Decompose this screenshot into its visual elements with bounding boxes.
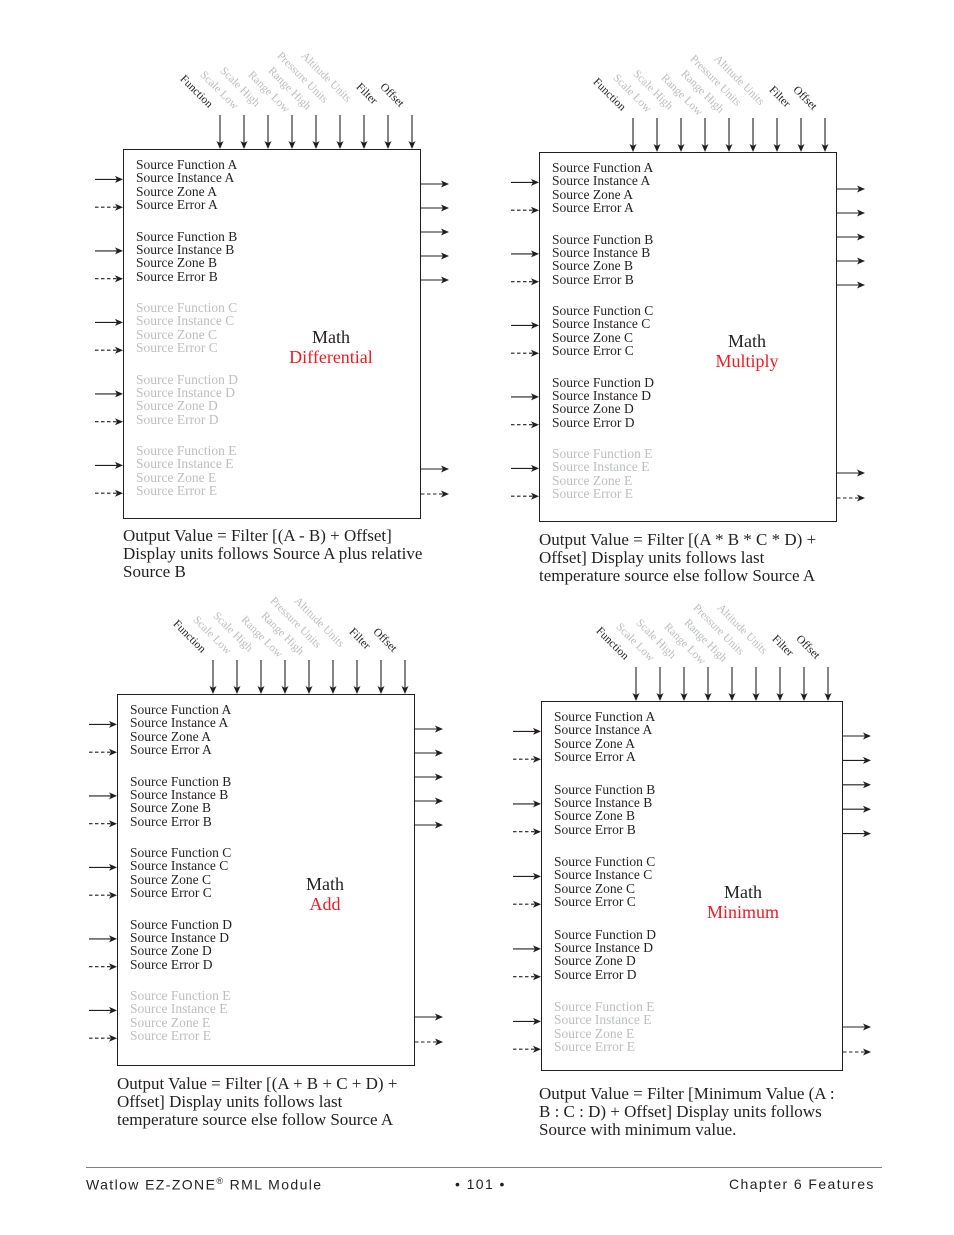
input-arrow [513,872,541,880]
footer-product-name: Watlow EZ-ZONE [86,1176,217,1193]
source-instance-label: Source Instance B [554,794,653,810]
source-value-output-arrow [843,805,871,813]
error-input-arrow [513,755,541,763]
param-arrow [704,667,712,701]
param-arrow [656,667,664,701]
error-input-arrow [513,900,541,908]
input-arrow [513,727,541,735]
function-name: Minimum [706,902,779,922]
source-function-label: Source Function D [554,926,656,942]
source-zone-label: Source Zone D [554,953,636,969]
source-instance-label: Source Instance D [554,939,653,955]
source-instance-label: Source Instance E [554,1012,652,1028]
footer-divider [86,1167,882,1168]
input-arrow [513,945,541,953]
error-input-arrow [513,828,541,836]
footer-page-number: • 101 • [455,1176,506,1192]
source-zone-label: Source Zone C [554,880,635,896]
param-arrow [680,667,688,701]
source-error-label: Source Error E [554,1039,635,1055]
source-error-label: Source Error A [554,749,636,765]
source-zone-label: Source Zone E [554,1025,635,1041]
source-error-label: Source Error B [554,821,636,837]
source-instance-label: Source Instance A [554,722,653,738]
param-arrow [632,667,640,701]
source-zone-label: Source Zone A [554,735,635,751]
source-function-label: Source Function B [554,781,656,797]
source-function-label: Source Function A [554,709,656,724]
param-arrow [752,667,760,701]
param-arrow [728,667,736,701]
source-function-label: Source Function E [554,999,655,1014]
formula-description: Output Value = Filter [Minimum Value (A … [539,1084,835,1139]
math-title: Math [724,882,762,902]
param-arrow [776,667,784,701]
source-function-label: Source Function C [554,854,656,869]
source-instance-label: Source Instance C [554,867,653,883]
source-error-label: Source Error D [554,966,637,982]
error-output-arrow [843,1048,871,1056]
input-arrow [513,1017,541,1025]
source-value-output-arrow [843,756,871,764]
source-zone-label: Source Zone B [554,808,635,824]
source-value-output-arrow [843,830,871,838]
footer-chapter: Chapter 6 Features [729,1176,875,1192]
footer-product-suffix: RML Module [224,1176,323,1193]
input-arrow [513,800,541,808]
source-value-output-arrow [843,781,871,789]
param-arrow [824,667,832,701]
error-input-arrow [513,1045,541,1053]
source-value-output-arrow [843,732,871,740]
error-input-arrow [513,973,541,981]
param-arrow [800,667,808,701]
source-error-label: Source Error C [554,894,636,910]
footer-product: Watlow EZ-ZONE® RML Module [86,1176,323,1193]
output-value-arrow [843,1023,871,1031]
